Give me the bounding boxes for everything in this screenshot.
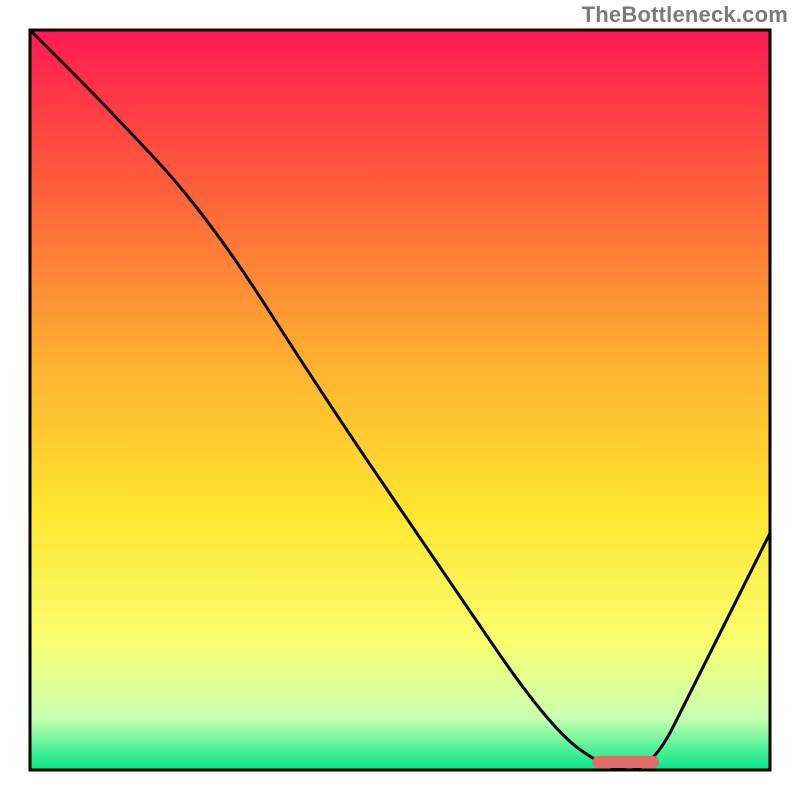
optimal-marker bbox=[592, 756, 659, 768]
plot-background bbox=[30, 30, 770, 770]
chart-container: TheBottleneck.com bbox=[0, 0, 800, 800]
bottleneck-chart bbox=[0, 0, 800, 800]
